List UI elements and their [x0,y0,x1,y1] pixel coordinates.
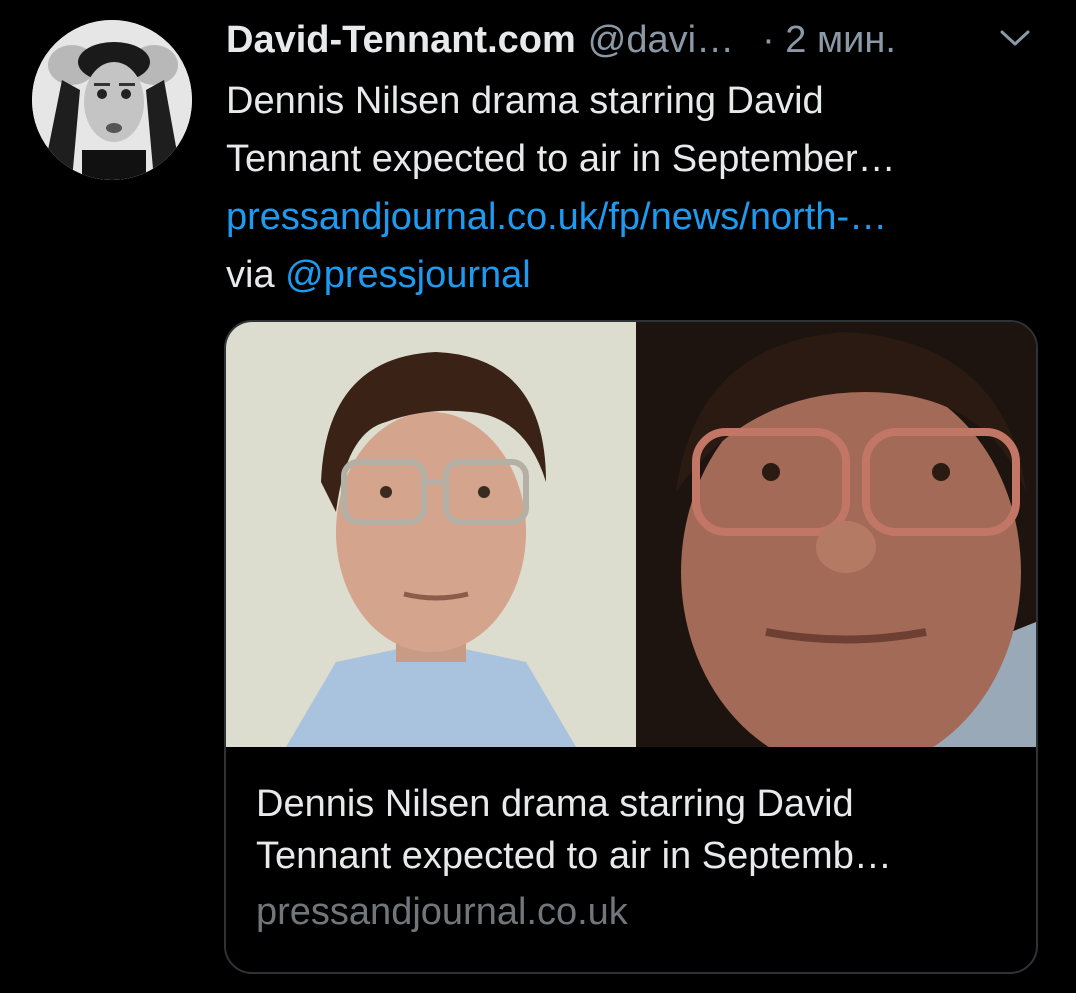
user-handle[interactable]: @davi… [588,19,734,61]
display-name[interactable]: David-Tennant.com [226,19,576,61]
card-photo [226,322,1036,747]
card-domain: pressandjournal.co.uk [256,891,628,933]
chevron-down-icon[interactable] [998,26,1032,50]
card-title: Dennis Nilsen drama starring David Tenna… [256,778,1016,882]
via-label: via [226,254,275,296]
mention-link[interactable]: @pressjournal [285,254,531,296]
card-title-line: Tennant expected to air in Septemb… [256,835,892,877]
card-image[interactable] [226,322,1036,747]
tweet-link[interactable]: pressandjournal.co.uk/fp/news/north-… [226,188,1046,246]
card-body: Dennis Nilsen drama starring David Tenna… [256,778,1016,938]
tweet-header: David-Tennant.com @davi… · 2 мин. [226,14,1046,66]
link-card[interactable]: Dennis Nilsen drama starring David Tenna… [224,320,1038,974]
tweet-text: Dennis Nilsen drama starring David Tenna… [226,72,1046,304]
tweet-text-line: Tennant expected to air in September… [226,138,896,180]
avatar[interactable] [32,20,192,180]
tweet-text-line: Dennis Nilsen drama starring David [226,80,824,122]
avatar-image [32,20,192,180]
card-title-line: Dennis Nilsen drama starring David [256,783,854,825]
tweet[interactable]: David-Tennant.com @davi… · 2 мин. Dennis N… [0,0,1076,993]
timestamp[interactable]: · 2 мин. [762,19,896,61]
